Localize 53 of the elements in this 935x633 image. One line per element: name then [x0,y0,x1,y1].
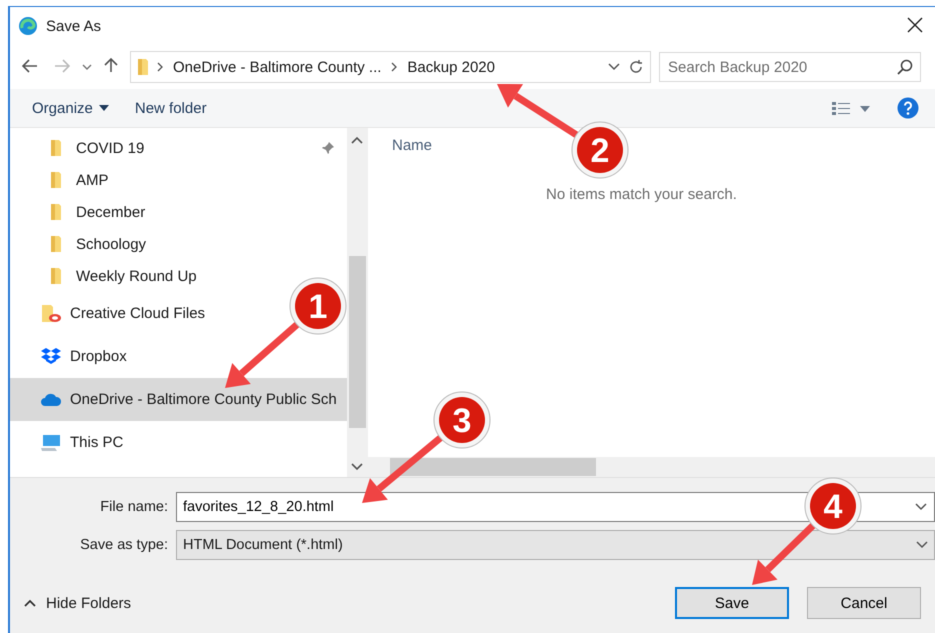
file-type-dropdown[interactable]: HTML Document (*.html) [176,530,935,560]
folder-icon [50,267,62,285]
sidebar-item[interactable]: This PC [10,421,347,464]
chevron-up-icon[interactable] [351,136,363,144]
close-icon [907,17,923,33]
chevron-down-icon[interactable] [915,503,927,511]
new-folder-button[interactable]: New folder [134,100,207,116]
field-label: File name: [99,499,169,515]
annotation-arrow [752,522,817,585]
chevron-down-icon[interactable] [351,463,363,471]
dropbox-icon [40,346,62,366]
sidebar-item[interactable]: Schoology [10,228,347,260]
chevron-down-icon [916,541,928,549]
search-icon [897,59,913,75]
step-number-badge: 1 [290,278,346,334]
folder-icon [50,171,62,189]
folder-icon [50,139,62,157]
step-number-badge: 2 [572,122,628,178]
column-header[interactable]: Name [392,136,432,154]
empty-message: No items match your search. [546,186,737,203]
window-title: Save As [46,18,102,34]
hide-folders-button[interactable]: Hide Folders [24,594,132,612]
sidebar-item[interactable]: COVID 19 [10,132,347,164]
cancel-button[interactable]: Cancel [807,587,921,619]
sidebar-item[interactable]: OneDrive - Baltimore County Public Sch [10,378,347,421]
field-label: Save as type: [79,537,169,553]
folder-icon [137,58,149,76]
breadcrumb[interactable]: OneDrive - Baltimore County ... [171,58,384,76]
browser-logo-icon [18,16,38,36]
chevron-down-icon[interactable] [608,63,620,71]
scrollbar[interactable] [368,457,935,477]
step-number-badge: 3 [434,392,490,448]
refresh-icon[interactable] [628,59,644,75]
chevron-up-icon [24,599,36,607]
view-options-icon[interactable] [831,100,871,116]
search-field[interactable]: Search Backup 2020 [659,52,921,82]
help-icon[interactable] [897,97,919,119]
cloud-icon [40,392,62,406]
sidebar-item[interactable]: AMP [10,164,347,196]
cloud-folder-icon [40,304,62,324]
organize-menu[interactable]: Organize [32,100,109,116]
computer-icon [40,434,62,452]
address-bar[interactable]: OneDrive - Baltimore County ... Backup 2020 [130,51,651,83]
folder-icon [50,235,62,253]
caret-icon [98,105,109,111]
step-number-badge: 4 [804,478,862,534]
sidebar-item[interactable]: Dropbox [10,335,347,378]
scrollbar[interactable] [347,128,367,477]
folder-icon [50,203,62,221]
chevron-down-icon[interactable] [82,64,92,70]
breadcrumb[interactable]: Backup 2020 [405,58,497,76]
save-button[interactable]: Save [675,587,789,619]
sidebar-item[interactable]: December [10,196,347,228]
